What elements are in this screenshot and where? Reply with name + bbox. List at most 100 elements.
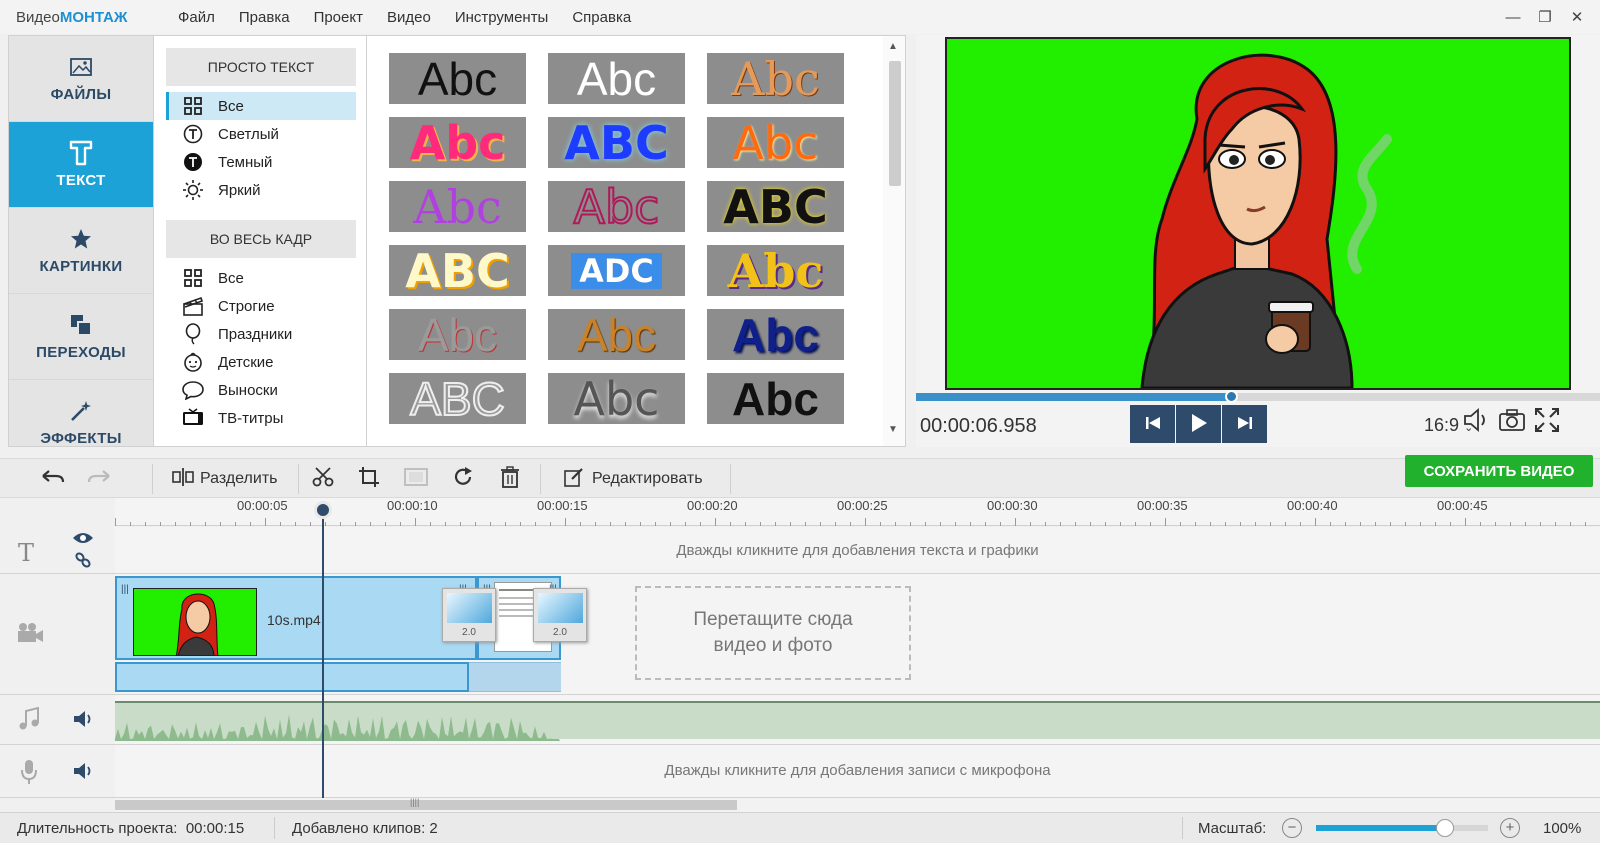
transition-block[interactable]: 2.0 (442, 588, 496, 642)
text-style-tile[interactable]: Abc (389, 309, 526, 360)
clip-handle-left[interactable]: ||| (121, 584, 129, 595)
category-tv-titles[interactable]: ТВ-титры (166, 404, 356, 432)
clip-audio-bar[interactable] (469, 662, 561, 692)
sidebar-item-pictures[interactable]: КАРТИНКИ (9, 208, 153, 294)
ruler-tick (1525, 522, 1526, 526)
redo-button[interactable] (86, 464, 112, 494)
text-style-tile[interactable]: Abc (707, 117, 844, 168)
playhead-line[interactable] (322, 501, 324, 798)
mic-track[interactable]: Дважды кликните для добавления записи с … (115, 745, 1600, 798)
text-style-tile[interactable]: ADC (548, 245, 685, 296)
menu-tools[interactable]: Инструменты (443, 9, 561, 26)
volume-icon[interactable] (1462, 407, 1490, 436)
timeline-ruler[interactable]: 00:00:05 00:00:10 00:00:15 00:00:20 00:0… (115, 498, 1600, 526)
category-all[interactable]: Все (166, 92, 356, 120)
text-style-tile[interactable]: Abc (548, 181, 685, 232)
eye-icon[interactable] (72, 531, 94, 548)
category-light[interactable]: Светлый (166, 120, 356, 148)
play-button[interactable] (1176, 405, 1221, 443)
split-button[interactable]: Разделить (172, 464, 277, 494)
video-preview[interactable] (945, 37, 1571, 390)
edit-button[interactable]: Редактировать (564, 464, 703, 494)
menu-file[interactable]: Файл (166, 9, 227, 26)
transition-preview-icon (447, 593, 492, 623)
text-style-tile[interactable]: Abc (707, 245, 844, 296)
speaker-icon[interactable] (72, 761, 94, 784)
clip-audio-bar[interactable] (115, 662, 469, 692)
crop-button[interactable] (358, 464, 380, 494)
text-style-tile[interactable]: Abc (548, 309, 685, 360)
text-track[interactable]: Дважды кликните для добавления текста и … (115, 527, 1600, 574)
text-style-tile[interactable]: ABC (548, 117, 685, 168)
ruler-tick (805, 522, 806, 526)
timeline-scrollbar[interactable]: |||| (115, 797, 1600, 812)
next-button[interactable] (1222, 405, 1267, 443)
drop-zone[interactable]: Перетащите сюда видео и фото (635, 586, 911, 680)
menu-video[interactable]: Видео (375, 9, 443, 26)
speaker-icon[interactable] (72, 709, 94, 732)
category-holidays[interactable]: Праздники (166, 320, 356, 348)
delete-button[interactable] (500, 464, 520, 494)
seek-bar-handle[interactable] (1224, 390, 1238, 403)
playhead-handle[interactable] (314, 501, 332, 519)
gallery-scrollbar[interactable]: ▲ ▼ (883, 36, 905, 446)
video-clip[interactable]: 10s.mp4 ||| ||| (115, 576, 477, 660)
maximize-button[interactable]: ❐ (1530, 4, 1560, 30)
text-style-tile[interactable]: Abc (707, 309, 844, 360)
timeline-scroll-thumb[interactable]: |||| (115, 797, 737, 810)
zoom-out-button[interactable]: − (1282, 818, 1302, 838)
fullscreen-icon[interactable] (1534, 407, 1560, 436)
frame-button[interactable] (404, 464, 428, 494)
gallery-scroll-thumb[interactable] (889, 61, 901, 186)
seek-bar[interactable] (916, 390, 1600, 403)
ruler-tick (115, 518, 116, 526)
video-track[interactable]: 10s.mp4 ||| ||| ||| ||| 2.0 2.0 Перетащи… (115, 574, 1600, 695)
sidebar-item-effects[interactable]: ЭФФЕКТЫ (9, 380, 153, 446)
zoom-in-button[interactable]: + (1500, 818, 1520, 838)
category-callouts[interactable]: Выноски (166, 376, 356, 404)
text-style-tile[interactable]: Abc (548, 373, 685, 424)
text-style-tile[interactable]: ABC (389, 245, 526, 296)
close-button[interactable]: ✕ (1562, 4, 1592, 30)
category-fullframe-all[interactable]: Все (166, 264, 356, 292)
category-bright[interactable]: Яркий (166, 176, 356, 204)
camera-icon[interactable] (1498, 407, 1526, 436)
menu-help[interactable]: Справка (560, 9, 643, 26)
scroll-up-icon[interactable]: ▲ (888, 41, 898, 52)
ruler-tick (220, 522, 221, 526)
music-track[interactable] (115, 695, 1600, 745)
sidebar-item-files[interactable]: ФАЙЛЫ (9, 36, 153, 122)
text-style-tile[interactable]: Abc (389, 53, 526, 104)
link-icon[interactable] (74, 551, 92, 572)
previous-button[interactable] (1130, 405, 1175, 443)
ruler-tick (595, 522, 596, 526)
minimize-button[interactable]: — (1498, 4, 1528, 30)
status-divider (1182, 817, 1183, 839)
scroll-down-icon[interactable]: ▼ (888, 424, 898, 435)
undo-button[interactable] (40, 464, 66, 494)
image-icon (70, 54, 92, 80)
text-style-tile[interactable]: Abc (707, 373, 844, 424)
menu-edit[interactable]: Правка (227, 9, 302, 26)
save-video-button[interactable]: СОХРАНИТЬ ВИДЕО (1405, 455, 1593, 487)
zoom-slider[interactable] (1316, 819, 1488, 837)
category-kids[interactable]: Детские (166, 348, 356, 376)
category-strict[interactable]: Строгие (166, 292, 356, 320)
text-style-tile[interactable]: Abc (389, 117, 526, 168)
sidebar-item-text[interactable]: ТЕКСТ (9, 122, 153, 208)
text-style-tile[interactable]: ABC (389, 373, 526, 424)
transition-block[interactable]: 2.0 (533, 588, 587, 642)
zoom-slider-handle[interactable] (1436, 819, 1454, 837)
text-style-tile[interactable]: Abc (548, 53, 685, 104)
audio-clip[interactable] (115, 701, 1600, 741)
menu-project[interactable]: Проект (302, 9, 375, 26)
category-dark[interactable]: Темный (166, 148, 356, 176)
menu-bar: ВидеоМОНТАЖ Файл Правка Проект Видео Инс… (0, 0, 1600, 34)
rotate-button[interactable] (452, 464, 474, 494)
text-style-tile[interactable]: Abc (389, 181, 526, 232)
sidebar-item-transitions[interactable]: ПЕРЕХОДЫ (9, 294, 153, 380)
text-style-tile[interactable]: ABC (707, 181, 844, 232)
cut-button[interactable] (312, 464, 334, 494)
text-style-tile[interactable]: Abc (707, 53, 844, 104)
drop-zone-line: Перетащите сюда (693, 609, 853, 630)
